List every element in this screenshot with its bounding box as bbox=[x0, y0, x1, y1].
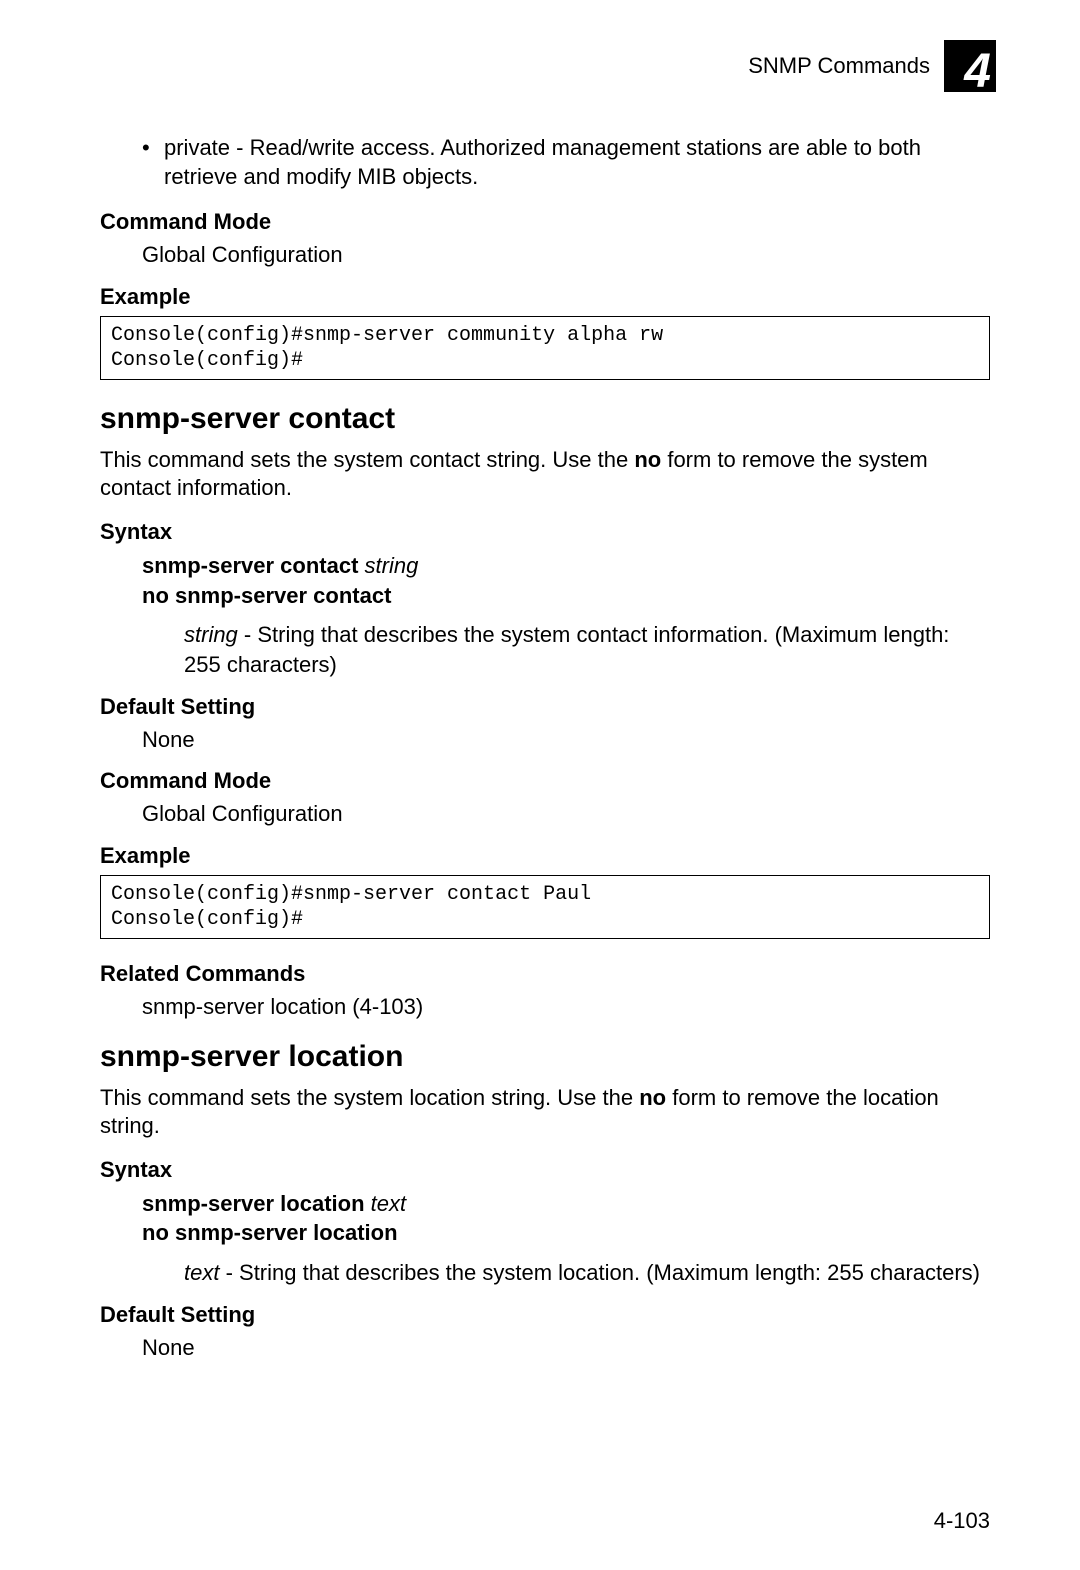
param-text: - String that describes the system conta… bbox=[184, 622, 949, 677]
code-example: Console(config)#snmp-server contact Paul… bbox=[100, 875, 990, 939]
desc-bold: no bbox=[634, 447, 661, 472]
param-description: text - String that describes the system … bbox=[184, 1258, 990, 1288]
default-setting-value: None bbox=[142, 1334, 990, 1363]
desc-prefix: This command sets the system location st… bbox=[100, 1085, 639, 1110]
bullet-dot-icon: • bbox=[142, 134, 164, 191]
page-number: 4-103 bbox=[934, 1508, 990, 1534]
bullet-item: • private - Read/write access. Authorize… bbox=[142, 134, 990, 191]
param-description: string - String that describes the syste… bbox=[184, 620, 990, 679]
syntax-arg: string bbox=[365, 553, 419, 578]
chapter-badge: 4 bbox=[944, 40, 996, 92]
syntax-no-form: no snmp-server location bbox=[142, 1220, 398, 1245]
related-commands-label: Related Commands bbox=[100, 961, 990, 987]
command-description: This command sets the system location st… bbox=[100, 1084, 990, 1141]
default-setting-value: None bbox=[142, 726, 990, 755]
code-example: Console(config)#snmp-server community al… bbox=[100, 316, 990, 380]
syntax-label: Syntax bbox=[100, 519, 990, 545]
command-description: This command sets the system contact str… bbox=[100, 446, 990, 503]
command-mode-label: Command Mode bbox=[100, 768, 990, 794]
param-text: - String that describes the system locat… bbox=[219, 1260, 980, 1285]
param-name: string bbox=[184, 622, 238, 647]
bullet-text: private - Read/write access. Authorized … bbox=[164, 134, 990, 191]
syntax-label: Syntax bbox=[100, 1157, 990, 1183]
param-name: text bbox=[184, 1260, 219, 1285]
breadcrumb: SNMP Commands bbox=[748, 53, 930, 79]
command-mode-value: Global Configuration bbox=[142, 800, 990, 829]
page-header: SNMP Commands 4 bbox=[100, 40, 996, 92]
syntax-block: snmp-server contact string no snmp-serve… bbox=[142, 551, 990, 610]
syntax-command: snmp-server location bbox=[142, 1191, 365, 1216]
command-mode-label: Command Mode bbox=[100, 209, 990, 235]
desc-bold: no bbox=[639, 1085, 666, 1110]
chapter-number: 4 bbox=[964, 48, 991, 96]
command-mode-value: Global Configuration bbox=[142, 241, 990, 270]
command-title-location: snmp-server location bbox=[100, 1040, 990, 1074]
default-setting-label: Default Setting bbox=[100, 694, 990, 720]
syntax-no-form: no snmp-server contact bbox=[142, 583, 391, 608]
example-label: Example bbox=[100, 843, 990, 869]
default-setting-label: Default Setting bbox=[100, 1302, 990, 1328]
syntax-block: snmp-server location text no snmp-server… bbox=[142, 1189, 990, 1248]
example-label: Example bbox=[100, 284, 990, 310]
syntax-command: snmp-server contact bbox=[142, 553, 358, 578]
desc-prefix: This command sets the system contact str… bbox=[100, 447, 634, 472]
command-title-contact: snmp-server contact bbox=[100, 402, 990, 436]
related-command-link: snmp-server location (4-103) bbox=[142, 993, 990, 1022]
syntax-arg: text bbox=[371, 1191, 406, 1216]
